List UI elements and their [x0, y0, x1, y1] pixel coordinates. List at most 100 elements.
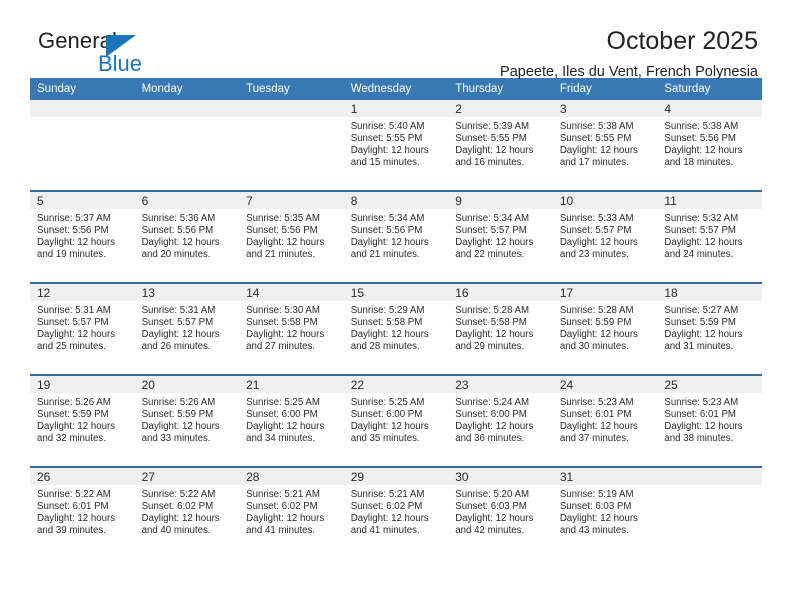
day-detail-line: Sunrise: 5:40 AM [350, 121, 425, 132]
day-cell-details: Sunrise: 5:31 AM Sunset: 5:57 PM Daylight:… [135, 301, 240, 353]
calendar-day-cell-25[interactable]: 25 Sunrise: 5:23 AM Sunset: 6:01 PM Dayligh… [657, 374, 762, 467]
day-detail-line: and 30 minutes. [559, 340, 629, 352]
calendar-day-cell-17[interactable]: 17 Sunrise: 5:28 AM Sunset: 5:59 PM Dayligh… [552, 282, 658, 375]
day-detail-line: Daylight: 12 hours [37, 236, 116, 248]
calendar-day-cell-14[interactable]: 14 Sunrise: 5:30 AM Sunset: 5:58 PM Dayligh… [239, 282, 344, 375]
day-number: 5 [30, 192, 135, 209]
day-detail-line: Sunset: 5:57 PM [141, 316, 214, 328]
day-cell-inner: 13 Sunrise: 5:31 AM Sunset: 5:57 PM Dayligh… [134, 284, 240, 374]
day-detail-line: Sunset: 5:56 PM [664, 132, 736, 144]
day-cell-inner: 8 Sunrise: 5:34 AM Sunset: 5:56 PM Daylight… [343, 192, 449, 282]
calendar-day-cell-27[interactable]: 27 Sunrise: 5:22 AM Sunset: 6:02 PM Dayligh… [134, 466, 240, 558]
day-detail-line: Sunset: 5:59 PM [559, 316, 632, 328]
day-number: 19 [30, 376, 135, 393]
calendar-day-cell-1[interactable]: 1 Sunrise: 5:40 AM Sunset: 5:55 PM Daylight… [343, 100, 449, 191]
day-detail-line: and 28 minutes. [350, 340, 420, 352]
title-block: October 2025 Papeete, Iles du Vent, Fren… [500, 26, 758, 82]
day-number [30, 100, 135, 117]
calendar-day-cell-12[interactable]: 12 Sunrise: 5:31 AM Sunset: 5:57 PM Dayligh… [30, 282, 135, 375]
calendar-day-cell-2[interactable]: 2 Sunrise: 5:39 AM Sunset: 5:55 PM Daylight… [448, 100, 553, 191]
day-detail-line: and 29 minutes. [455, 340, 525, 352]
calendar-day-cell-3[interactable]: 3 Sunrise: 5:38 AM Sunset: 5:55 PM Daylight… [552, 100, 658, 191]
day-number: 4 [657, 100, 762, 117]
day-detail-line: Sunset: 6:02 PM [246, 500, 318, 512]
calendar-day-cell-15[interactable]: 15 Sunrise: 5:29 AM Sunset: 5:58 PM Dayligh… [343, 282, 449, 375]
day-detail-line: Sunset: 6:02 PM [350, 500, 423, 512]
calendar-day-cell-26[interactable]: 26 Sunrise: 5:22 AM Sunset: 6:01 PM Dayligh… [30, 466, 135, 558]
day-detail-line: Daylight: 12 hours [559, 512, 638, 524]
calendar-week-row: 19 Sunrise: 5:26 AM Sunset: 5:59 PM Dayligh… [30, 374, 762, 467]
calendar-day-cell-19[interactable]: 19 Sunrise: 5:26 AM Sunset: 5:59 PM Dayligh… [30, 374, 135, 467]
calendar-day-cell-23[interactable]: 23 Sunrise: 5:24 AM Sunset: 6:00 PM Dayligh… [448, 374, 553, 467]
day-detail-line: Sunset: 5:57 PM [559, 224, 632, 236]
calendar-day-cell-20[interactable]: 20 Sunrise: 5:26 AM Sunset: 5:59 PM Dayligh… [134, 374, 240, 467]
day-detail-line: Sunset: 5:55 PM [559, 132, 632, 144]
day-cell-details: Sunrise: 5:20 AM Sunset: 6:03 PM Daylight:… [448, 485, 553, 537]
day-cell-details: Sunrise: 5:37 AM Sunset: 5:56 PM Daylight:… [30, 209, 135, 261]
day-detail-line: Sunset: 5:56 PM [141, 224, 214, 236]
day-number: 27 [134, 468, 240, 485]
day-number: 13 [134, 284, 240, 301]
day-cell-details: Sunrise: 5:25 AM Sunset: 6:00 PM Daylight:… [344, 393, 449, 445]
day-detail-line: Daylight: 12 hours [559, 236, 638, 248]
day-cell-details: Sunrise: 5:35 AM Sunset: 5:56 PM Daylight:… [239, 209, 344, 261]
day-detail-line: Daylight: 12 hours [350, 236, 429, 248]
day-cell-details [135, 117, 240, 121]
day-cell-inner: 28 Sunrise: 5:21 AM Sunset: 6:02 PM Dayligh… [239, 468, 344, 558]
calendar-day-cell-28[interactable]: 28 Sunrise: 5:21 AM Sunset: 6:02 PM Dayligh… [239, 466, 344, 558]
day-number: 18 [657, 284, 762, 301]
calendar-day-cell-5[interactable]: 5 Sunrise: 5:37 AM Sunset: 5:56 PM Daylight… [30, 190, 135, 283]
day-detail-line: and 31 minutes. [664, 340, 734, 352]
page-header: General Blue October 2025 Papeete, Iles … [30, 0, 762, 80]
weekday-header-sunday: Sunday [30, 78, 135, 100]
calendar-body: 1 Sunrise: 5:40 AM Sunset: 5:55 PM Daylight… [30, 100, 762, 558]
day-detail-line: Sunrise: 5:23 AM [664, 397, 739, 408]
day-number: 22 [343, 376, 449, 393]
day-cell-inner: 19 Sunrise: 5:26 AM Sunset: 5:59 PM Dayligh… [30, 376, 135, 466]
calendar-day-cell-11[interactable]: 11 Sunrise: 5:32 AM Sunset: 5:57 PM Dayligh… [657, 190, 762, 283]
day-cell-details: Sunrise: 5:21 AM Sunset: 6:02 PM Daylight:… [344, 485, 449, 537]
day-number: 21 [239, 376, 344, 393]
general-blue-logo[interactable]: General Blue [38, 28, 213, 80]
calendar-day-cell-24[interactable]: 24 Sunrise: 5:23 AM Sunset: 6:01 PM Dayligh… [552, 374, 658, 467]
calendar-day-cell-30[interactable]: 30 Sunrise: 5:20 AM Sunset: 6:03 PM Dayligh… [448, 466, 553, 558]
day-cell-inner: 9 Sunrise: 5:34 AM Sunset: 5:57 PM Daylight… [448, 192, 553, 282]
day-cell-details: Sunrise: 5:30 AM Sunset: 5:58 PM Daylight:… [239, 301, 344, 353]
calendar-day-cell-9[interactable]: 9 Sunrise: 5:34 AM Sunset: 5:57 PM Daylight… [448, 190, 553, 283]
calendar-week-row: 5 Sunrise: 5:37 AM Sunset: 5:56 PM Daylight… [30, 190, 762, 283]
day-cell-inner: 23 Sunrise: 5:24 AM Sunset: 6:00 PM Dayligh… [448, 376, 553, 466]
calendar-day-cell-4[interactable]: 4 Sunrise: 5:38 AM Sunset: 5:56 PM Daylight… [657, 100, 762, 191]
day-detail-line: and 22 minutes. [455, 248, 525, 260]
calendar-day-cell-empty [657, 466, 762, 558]
day-detail-line: and 25 minutes. [37, 340, 106, 352]
day-cell-inner: 1 Sunrise: 5:40 AM Sunset: 5:55 PM Daylight… [343, 100, 449, 190]
page-title: October 2025 [606, 27, 759, 55]
day-detail-line: Sunset: 5:58 PM [350, 316, 423, 328]
day-detail-line: Daylight: 12 hours [141, 512, 220, 524]
calendar-day-cell-31[interactable]: 31 Sunrise: 5:19 AM Sunset: 6:03 PM Dayligh… [552, 466, 658, 558]
calendar-day-cell-8[interactable]: 8 Sunrise: 5:34 AM Sunset: 5:56 PM Daylight… [343, 190, 449, 283]
calendar-day-cell-16[interactable]: 16 Sunrise: 5:28 AM Sunset: 5:58 PM Dayligh… [448, 282, 553, 375]
calendar-day-cell-7[interactable]: 7 Sunrise: 5:35 AM Sunset: 5:56 PM Daylight… [239, 190, 344, 283]
calendar-day-cell-21[interactable]: 21 Sunrise: 5:25 AM Sunset: 6:00 PM Dayligh… [239, 374, 344, 467]
calendar-day-cell-13[interactable]: 13 Sunrise: 5:31 AM Sunset: 5:57 PM Dayligh… [134, 282, 240, 375]
day-cell-inner: 26 Sunrise: 5:22 AM Sunset: 6:01 PM Dayligh… [30, 468, 135, 558]
day-detail-line: Daylight: 12 hours [455, 420, 534, 432]
calendar-day-cell-18[interactable]: 18 Sunrise: 5:27 AM Sunset: 5:59 PM Dayligh… [657, 282, 762, 375]
day-number: 31 [552, 468, 658, 485]
calendar-day-cell-22[interactable]: 22 Sunrise: 5:25 AM Sunset: 6:00 PM Dayligh… [343, 374, 449, 467]
day-detail-line: and 41 minutes. [246, 524, 316, 536]
day-cell-inner: 4 Sunrise: 5:38 AM Sunset: 5:56 PM Daylight… [657, 100, 762, 190]
day-detail-line: and 35 minutes. [350, 432, 420, 444]
day-cell-details: Sunrise: 5:28 AM Sunset: 5:58 PM Daylight:… [448, 301, 553, 353]
day-cell-inner: 29 Sunrise: 5:21 AM Sunset: 6:02 PM Dayligh… [343, 468, 449, 558]
day-detail-line: Sunset: 5:59 PM [141, 408, 214, 420]
day-cell-details: Sunrise: 5:31 AM Sunset: 5:57 PM Daylight:… [30, 301, 135, 353]
day-number [239, 100, 344, 117]
calendar-day-cell-6[interactable]: 6 Sunrise: 5:36 AM Sunset: 5:56 PM Daylight… [134, 190, 240, 283]
calendar-day-cell-10[interactable]: 10 Sunrise: 5:33 AM Sunset: 5:57 PM Dayligh… [552, 190, 658, 283]
calendar-day-cell-29[interactable]: 29 Sunrise: 5:21 AM Sunset: 6:02 PM Dayligh… [343, 466, 449, 558]
day-detail-line: and 37 minutes. [559, 432, 629, 444]
day-cell-details: Sunrise: 5:26 AM Sunset: 5:59 PM Daylight:… [135, 393, 240, 445]
day-detail-line: Sunrise: 5:20 AM [455, 489, 530, 500]
